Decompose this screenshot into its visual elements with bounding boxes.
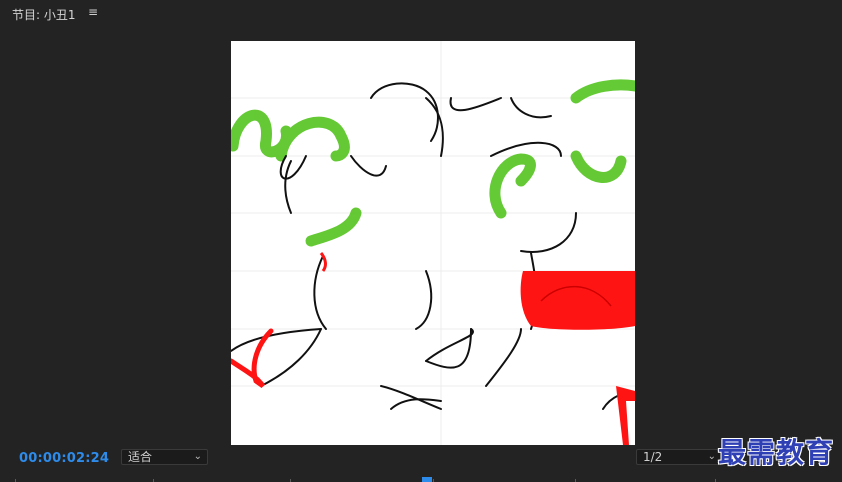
watermark-logo: 最需教育	[718, 436, 835, 469]
clown-drawing	[231, 41, 635, 445]
playback-resolution-label: 1/2	[643, 450, 663, 464]
panel-header: 节目: 小丑1 ≡	[0, 0, 842, 28]
zoom-fit-select[interactable]: 适合 ⌄	[121, 449, 208, 465]
playhead-marker[interactable]	[422, 477, 432, 482]
chevron-down-icon: ⌄	[193, 451, 202, 462]
hamburger-menu-icon[interactable]: ≡	[88, 5, 100, 19]
timeline-ruler[interactable]	[0, 478, 842, 482]
zoom-fit-label: 适合	[128, 450, 153, 464]
playhead-timecode[interactable]: 00:00:02:24	[19, 451, 109, 466]
program-monitor-preview[interactable]	[231, 41, 635, 445]
chevron-down-icon: ⌄	[707, 451, 716, 462]
playback-resolution-select[interactable]: 1/2 ⌄	[636, 449, 722, 465]
monitor-controls: 00:00:02:24 适合 ⌄ 1/2 ⌄ 4	[0, 446, 842, 482]
red-accents	[231, 252, 635, 445]
panel-title: 节目: 小丑1	[12, 8, 76, 22]
